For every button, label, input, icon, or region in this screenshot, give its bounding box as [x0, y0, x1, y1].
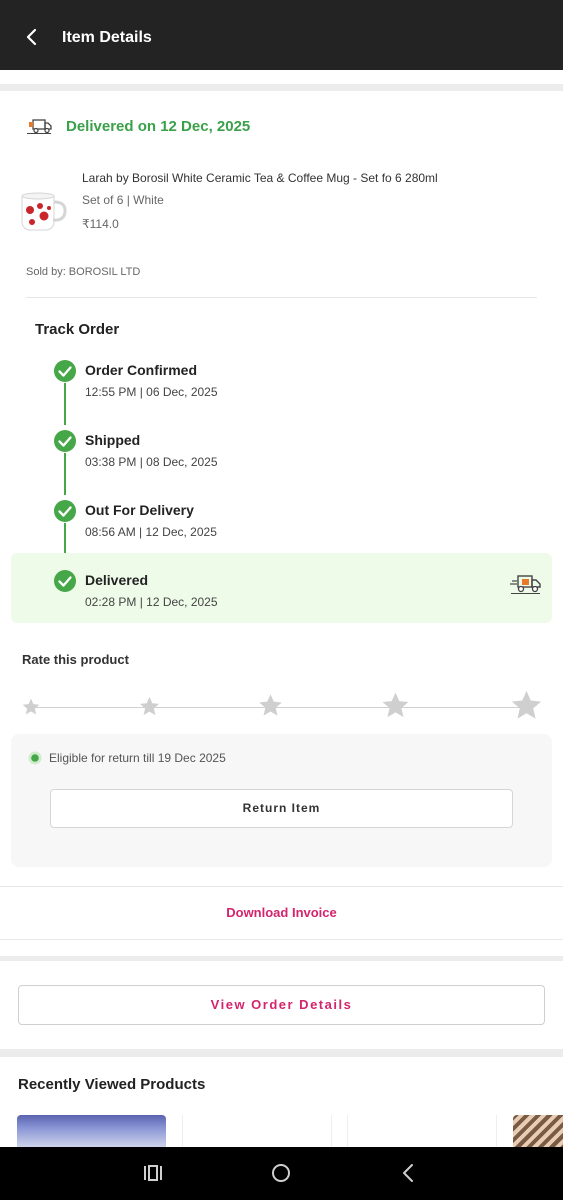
- step-time: 02:28 PM | 12 Dec, 2025: [85, 595, 218, 609]
- star-5-icon[interactable]: [509, 688, 544, 723]
- check-circle-icon: [54, 430, 76, 452]
- view-order-details-button[interactable]: View Order Details: [18, 985, 545, 1025]
- timeline-connector: [64, 453, 66, 495]
- divider: [0, 84, 563, 91]
- product-price: ₹114.0: [82, 217, 119, 231]
- product-name[interactable]: Larah by Borosil White Ceramic Tea & Cof…: [82, 171, 438, 185]
- divider: [26, 297, 537, 298]
- step-title: Order Confirmed: [85, 362, 198, 378]
- divider: [0, 886, 563, 887]
- sold-by: Sold by: BOROSIL LTD: [26, 266, 141, 278]
- home-icon[interactable]: [270, 1162, 292, 1184]
- recent-product-card[interactable]: [17, 1115, 166, 1147]
- recent-apps-icon[interactable]: [142, 1163, 164, 1183]
- back-icon[interactable]: [398, 1162, 420, 1184]
- divider: [0, 939, 563, 940]
- check-circle-icon: [54, 500, 76, 522]
- delivered-step-highlight: [11, 553, 552, 623]
- step-time: 08:56 AM | 12 Dec, 2025: [85, 525, 217, 539]
- delivery-truck-icon: [510, 575, 541, 595]
- step-time: 12:55 PM | 06 Dec, 2025: [85, 385, 218, 399]
- divider: [0, 1049, 563, 1057]
- return-eligibility-text: Eligible for return till 19 Dec 2025: [49, 751, 226, 765]
- truck-icon: [27, 119, 52, 134]
- download-invoice-link[interactable]: Download Invoice: [0, 905, 563, 920]
- step-title: Out For Delivery: [85, 502, 194, 518]
- product-variant: Set of 6 | White: [82, 193, 164, 207]
- recent-product-card[interactable]: [347, 1115, 497, 1147]
- rate-product-title: Rate this product: [22, 652, 129, 667]
- star-4-icon[interactable]: [380, 690, 411, 721]
- product-image[interactable]: [16, 188, 68, 236]
- timeline-connector: [64, 383, 66, 425]
- check-circle-icon: [54, 570, 76, 592]
- star-1-icon[interactable]: [21, 697, 41, 717]
- divider: [0, 956, 563, 961]
- recent-product-card[interactable]: [513, 1115, 563, 1147]
- recently-viewed-title: Recently Viewed Products: [18, 1076, 206, 1093]
- delivery-status-text: Delivered on 12 Dec, 2025: [66, 118, 251, 135]
- check-circle-icon: [54, 360, 76, 382]
- eligible-indicator-icon: [28, 751, 42, 765]
- recent-product-card[interactable]: [182, 1115, 332, 1147]
- chevron-left-icon[interactable]: [18, 24, 44, 50]
- timeline-connector: [64, 523, 66, 553]
- star-2-icon[interactable]: [138, 695, 161, 718]
- return-item-button[interactable]: Return Item: [50, 789, 513, 828]
- step-title: Shipped: [85, 432, 141, 448]
- page-title: Item Details: [62, 29, 152, 46]
- track-order-title: Track Order: [35, 321, 120, 338]
- step-time: 03:38 PM | 08 Dec, 2025: [85, 455, 218, 469]
- step-title: Delivered: [85, 572, 149, 588]
- star-3-icon[interactable]: [257, 692, 284, 719]
